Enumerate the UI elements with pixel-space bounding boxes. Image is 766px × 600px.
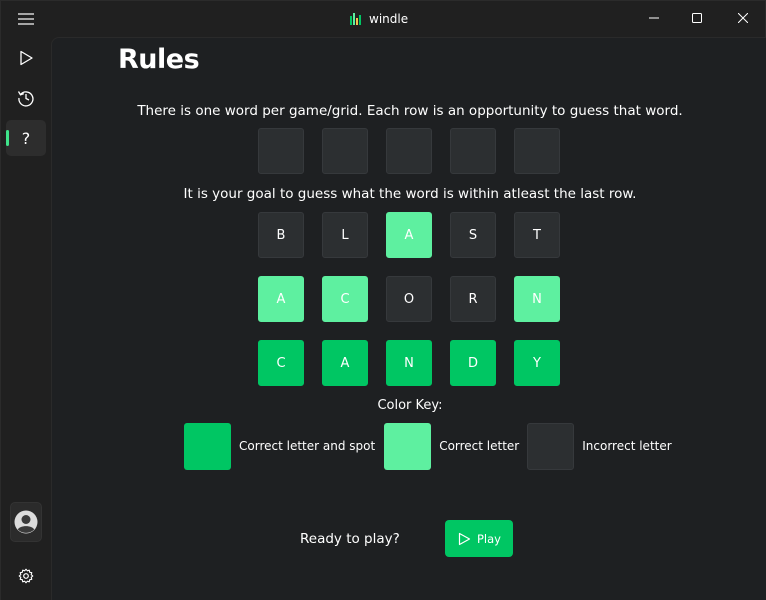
- close-icon: [738, 13, 748, 23]
- key-swatch-incorrect: [527, 422, 575, 470]
- app-title: windle: [349, 11, 408, 27]
- page-title: Rules: [118, 44, 200, 75]
- menu-button[interactable]: [6, 1, 46, 37]
- play-icon: [20, 50, 33, 66]
- gear-icon: [18, 568, 34, 584]
- settings-button[interactable]: [6, 558, 46, 594]
- key-label-incorrect: Incorrect letter: [582, 439, 672, 453]
- account-button[interactable]: [10, 502, 42, 542]
- question-icon: ?: [21, 128, 31, 148]
- nav-item-rules[interactable]: ?: [6, 120, 46, 156]
- key-label-correct-letter: Correct letter: [439, 439, 520, 453]
- letter-tile: D: [450, 340, 496, 386]
- content-pane: Rules There is one word per game/grid. E…: [51, 37, 766, 600]
- example-row-3: C A N D Y: [258, 340, 560, 386]
- app-title-text: windle: [369, 12, 409, 26]
- letter-tile: S: [450, 212, 496, 258]
- minimize-icon: [649, 17, 659, 19]
- close-button[interactable]: [720, 1, 766, 35]
- empty-tile: [450, 128, 496, 174]
- letter-tile: R: [450, 276, 496, 322]
- minimize-button[interactable]: [631, 1, 677, 35]
- selection-indicator: [6, 130, 9, 146]
- letter-tile: C: [258, 340, 304, 386]
- empty-tile: [258, 128, 304, 174]
- empty-tile: [514, 128, 560, 174]
- ready-text: Ready to play?: [300, 531, 400, 547]
- app-window: windle ? Rules There is one word per gam…: [0, 0, 766, 600]
- key-label-correct-spot: Correct letter and spot: [239, 439, 376, 453]
- letter-tile: N: [386, 340, 432, 386]
- empty-tile: [386, 128, 432, 174]
- hamburger-icon: [18, 13, 34, 25]
- rule-text-one-word: There is one word per game/grid. Each ro…: [137, 103, 683, 119]
- letter-tile: A: [322, 340, 368, 386]
- letter-tile: Y: [514, 340, 560, 386]
- example-row-2: A C O R N: [258, 276, 560, 322]
- letter-tile: C: [322, 276, 368, 322]
- nav-item-play[interactable]: [6, 40, 46, 76]
- letter-tile: N: [514, 276, 560, 322]
- title-bar[interactable]: windle: [1, 1, 766, 37]
- maximize-button[interactable]: [674, 1, 720, 35]
- maximize-icon: [692, 13, 702, 23]
- color-key: Correct letter and spot Correct letter I…: [184, 422, 672, 470]
- letter-tile: B: [258, 212, 304, 258]
- play-icon: [458, 532, 471, 545]
- nav-rail: ?: [1, 1, 51, 600]
- nav-item-history[interactable]: [6, 80, 46, 116]
- example-row-1: B L A S T: [258, 212, 560, 258]
- letter-tile: O: [386, 276, 432, 322]
- key-swatch-correct-letter: [384, 422, 432, 470]
- letter-tile: A: [386, 212, 432, 258]
- color-key-title: Color Key:: [377, 398, 443, 413]
- history-icon: [17, 91, 34, 107]
- play-button-label: Play: [477, 531, 501, 546]
- app-logo-icon: [349, 12, 363, 26]
- rule-text-goal: It is your goal to guess what the word i…: [183, 186, 637, 202]
- person-icon: [14, 510, 38, 534]
- play-button[interactable]: Play: [445, 520, 513, 557]
- letter-tile: L: [322, 212, 368, 258]
- letter-tile: T: [514, 212, 560, 258]
- empty-grid-row: [258, 128, 560, 174]
- empty-tile: [322, 128, 368, 174]
- key-swatch-correct-spot: [184, 422, 231, 470]
- letter-tile: A: [258, 276, 304, 322]
